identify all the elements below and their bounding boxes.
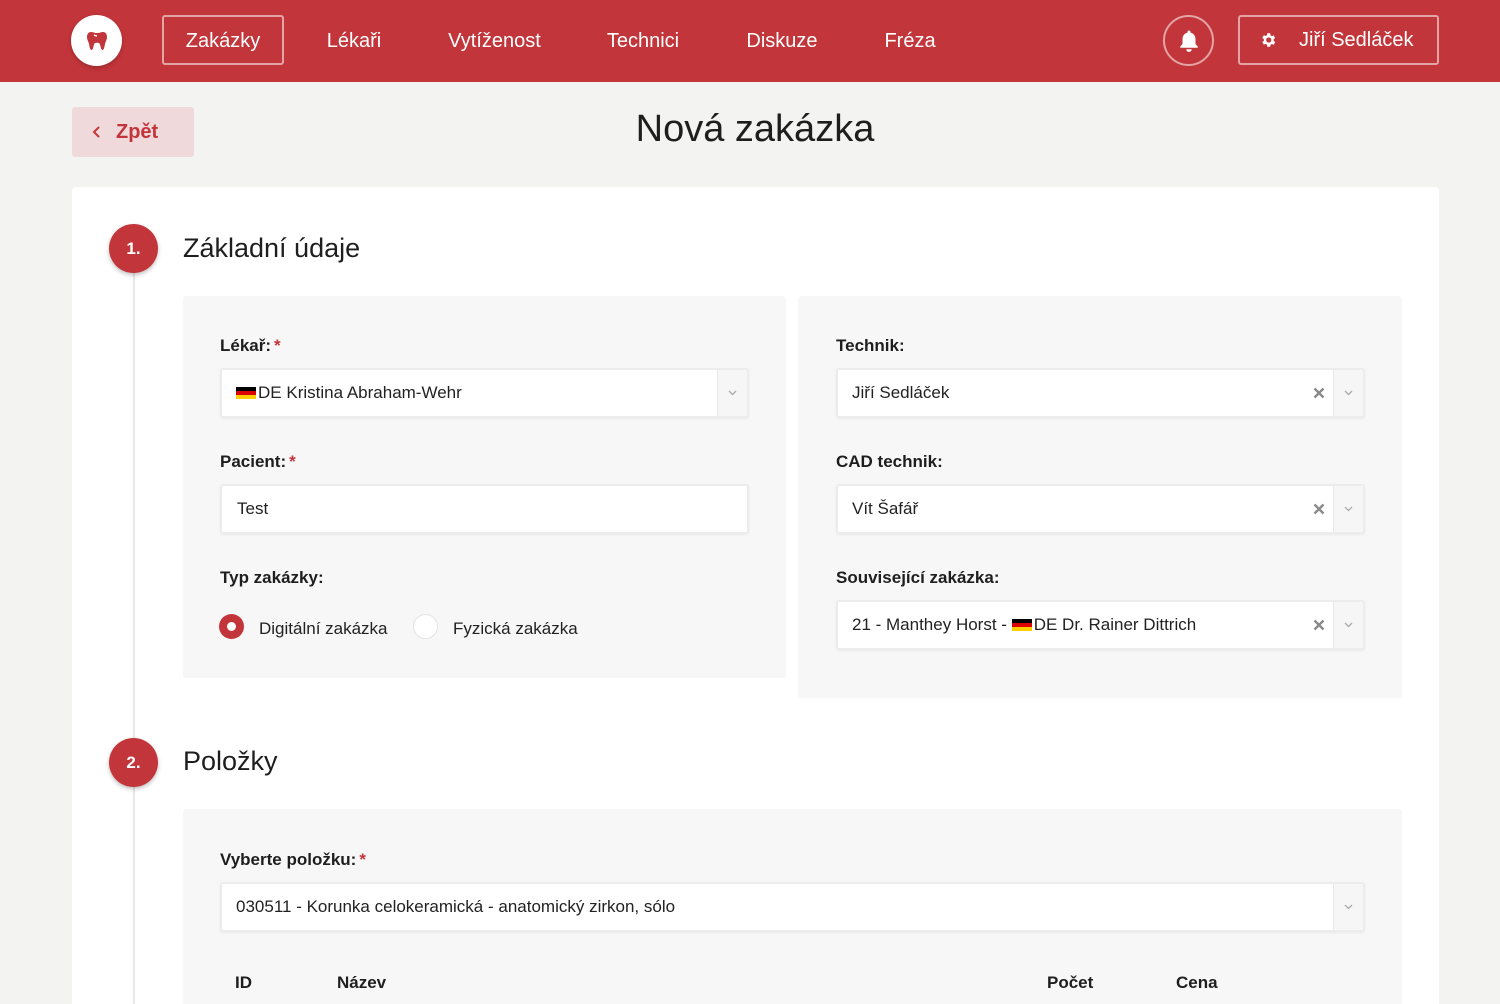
top-navbar: Zakázky Lékaři Vytíženost Technici Disku… bbox=[0, 0, 1500, 82]
germany-flag-icon bbox=[1011, 619, 1032, 631]
gear-icon bbox=[1259, 31, 1277, 49]
table-header-price[interactable]: Cena bbox=[1176, 973, 1218, 993]
technician-value: Jiří Sedláček bbox=[852, 383, 950, 402]
app-logo[interactable] bbox=[71, 15, 122, 66]
patient-value: Test bbox=[237, 499, 269, 518]
radio-physical-order-label[interactable]: Fyzická zakázka bbox=[453, 619, 578, 639]
doctor-country: DE bbox=[258, 383, 282, 402]
chevron-down-icon[interactable] bbox=[1333, 602, 1363, 648]
chevron-down-icon[interactable] bbox=[717, 370, 747, 416]
item-select-value: 030511 - Korunka celokeramická - anatomi… bbox=[236, 897, 676, 916]
page-title: Nová zakázka bbox=[635, 108, 875, 150]
user-menu-button[interactable]: Jiří Sedláček bbox=[1238, 15, 1439, 65]
cad-technician-label: CAD technik: bbox=[836, 452, 943, 471]
table-header-name[interactable]: Název bbox=[337, 973, 386, 993]
bell-icon bbox=[1179, 30, 1198, 52]
section-items-title: Položky bbox=[183, 746, 278, 776]
related-order-prefix: 21 - Manthey Horst - bbox=[852, 615, 1007, 634]
chevron-down-icon[interactable] bbox=[1333, 884, 1363, 930]
cad-technician-value: Vít Šafář bbox=[852, 499, 919, 518]
table-header-id[interactable]: ID bbox=[235, 973, 252, 993]
user-name: Jiří Sedláček bbox=[1299, 28, 1414, 51]
radio-digital-order[interactable] bbox=[219, 614, 244, 639]
technician-select[interactable]: Jiří Sedláček bbox=[836, 368, 1365, 418]
germany-flag-icon bbox=[236, 387, 256, 399]
patient-input[interactable]: Test bbox=[220, 484, 749, 534]
chevron-down-icon[interactable] bbox=[1333, 370, 1363, 416]
related-order-country: DE bbox=[1033, 615, 1058, 634]
item-select-label: Vyberte položku: * bbox=[220, 850, 366, 869]
table-header-count[interactable]: Počet bbox=[1047, 973, 1093, 993]
close-icon[interactable] bbox=[1313, 602, 1325, 648]
notifications-button[interactable] bbox=[1163, 15, 1214, 66]
nav-orders[interactable]: Zakázky bbox=[162, 15, 284, 65]
order-type-label: Typ zakázky: bbox=[220, 568, 324, 587]
steps-timeline bbox=[133, 270, 135, 1004]
nav-doctors[interactable]: Lékaři bbox=[305, 15, 403, 65]
close-icon[interactable] bbox=[1313, 486, 1325, 532]
section-basic-info-title: Základní údaje bbox=[183, 233, 361, 263]
item-select[interactable]: 030511 - Korunka celokeramická - anatomi… bbox=[220, 882, 1365, 932]
chevron-down-icon[interactable] bbox=[1333, 486, 1363, 532]
patient-label: Pacient: * bbox=[220, 452, 296, 471]
nav-milling[interactable]: Fréza bbox=[867, 15, 953, 65]
nav-discussion[interactable]: Diskuze bbox=[729, 15, 835, 65]
technician-label: Technik: bbox=[836, 336, 905, 355]
doctor-select[interactable]: DE Kristina Abraham-Wehr bbox=[220, 368, 749, 418]
doctor-label: Lékař: * bbox=[220, 336, 281, 355]
tooth-icon bbox=[86, 31, 107, 50]
related-order-select[interactable]: 21 - Manthey Horst - DE Dr. Rainer Dittr… bbox=[836, 600, 1365, 650]
close-icon[interactable] bbox=[1313, 370, 1325, 416]
cad-technician-select[interactable]: Vít Šafář bbox=[836, 484, 1365, 534]
step-1-badge: 1. bbox=[109, 224, 158, 273]
related-order-doctor: Dr. Rainer Dittrich bbox=[1062, 615, 1197, 634]
step-2-badge: 2. bbox=[109, 738, 158, 787]
related-order-label: Související zakázka: bbox=[836, 568, 1000, 587]
radio-digital-order-label[interactable]: Digitální zakázka bbox=[259, 619, 388, 639]
doctor-name: Kristina Abraham-Wehr bbox=[286, 383, 462, 402]
radio-physical-order[interactable] bbox=[413, 614, 438, 639]
nav-utilization[interactable]: Vytíženost bbox=[431, 15, 558, 65]
nav-technicians[interactable]: Technici bbox=[589, 15, 697, 65]
